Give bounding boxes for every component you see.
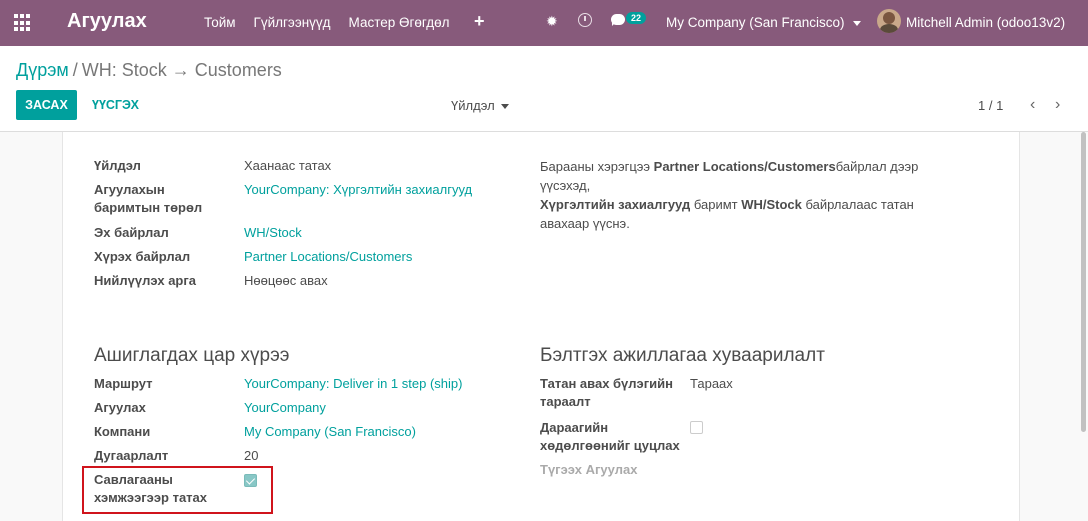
- menu-item-overview[interactable]: Тойм: [204, 15, 236, 30]
- dest-location-label: Хүрэх байрлал: [94, 249, 191, 264]
- company-label: Компани: [94, 424, 151, 439]
- create-button[interactable]: ҮҮСГЭХ: [92, 98, 139, 112]
- main-menu: Тойм Гүйлгээнүүд Мастер Өгөгдөл: [204, 15, 468, 30]
- supply-warehouse-label: Түгээх Агуулах: [540, 462, 638, 477]
- warehouse-link[interactable]: YourCompany: [244, 399, 326, 417]
- desc-text: Барааны хэрэгцээ: [540, 159, 654, 174]
- scope-section-title: Ашиглагдах цар хүрээ: [94, 345, 290, 366]
- route-label: Маршрут: [94, 376, 153, 391]
- procure-method-label: Нийлүүлэх арга: [94, 273, 197, 288]
- user-menu[interactable]: Mitchell Admin (odoo13v2): [906, 15, 1065, 30]
- apps-menu-icon[interactable]: [14, 14, 32, 32]
- action-field-value: Хаанаас татах: [244, 158, 332, 173]
- group-propagation-value: Тараах: [690, 376, 733, 391]
- plus-icon[interactable]: +: [474, 11, 485, 32]
- pager-value[interactable]: 1 / 1: [978, 98, 1003, 113]
- menu-item-master-data[interactable]: Мастер Өгөгдөл: [349, 15, 450, 30]
- chat-icon[interactable]: [611, 14, 625, 26]
- action-dropdown[interactable]: Үйлдэл: [451, 98, 509, 113]
- company-switcher[interactable]: My Company (San Francisco): [666, 15, 861, 30]
- chevron-right-icon[interactable]: ›: [1055, 96, 1060, 114]
- desc-bold: Partner Locations/Customers: [653, 159, 836, 174]
- bug-icon[interactable]: ✹: [546, 13, 558, 30]
- chevron-down-icon: [852, 20, 861, 26]
- picking-type-link[interactable]: YourCompany: Хүргэлтийн захиалгууд: [244, 181, 472, 199]
- message-count-badge: 22: [626, 12, 647, 24]
- sequence-value: 20: [244, 448, 259, 463]
- menu-item-operations[interactable]: Гүйлгээнүүд: [254, 15, 331, 30]
- user-name: Mitchell Admin (odoo13v2): [906, 15, 1066, 30]
- src-location-label: Эх байрлал: [94, 225, 169, 240]
- rule-description: Барааны хэрэгцээ Partner Locations/Custo…: [540, 157, 930, 233]
- control-panel: Дүрэм / WH: Stock → Customers ЗАСАХ ҮҮСГЭХ…: [0, 46, 1088, 132]
- desc-text: баримт: [690, 197, 742, 212]
- action-label: Үйлдэл: [451, 98, 495, 113]
- scheduling-section-title: Бэлтгэх ажиллагаа хуваарилалт: [540, 345, 825, 366]
- desc-bold: Хүргэлтийн захиалгууд: [540, 197, 691, 212]
- breadcrumb-separator: /: [72, 60, 78, 80]
- procure-method-value: Нөөцөөс авах: [244, 273, 328, 288]
- activity-clock-icon[interactable]: [578, 13, 592, 27]
- cancel-next-label: Дараагийн хөдөлгөөнийг цуцлах: [540, 420, 680, 453]
- edit-button[interactable]: ЗАСАХ: [16, 90, 77, 120]
- company-name: My Company (San Francisco): [666, 15, 845, 30]
- highlight-box: [82, 466, 273, 514]
- warehouse-label: Агуулах: [94, 400, 146, 415]
- avatar[interactable]: [877, 9, 901, 33]
- breadcrumb-root[interactable]: Дүрэм: [16, 60, 69, 80]
- sequence-label: Дугаарлалт: [94, 448, 169, 463]
- breadcrumb: Дүрэм / WH: Stock → Customers: [16, 60, 282, 81]
- company-link[interactable]: My Company (San Francisco): [244, 423, 416, 441]
- chevron-left-icon[interactable]: ‹: [1030, 96, 1035, 114]
- top-navbar: Агуулах Тойм Гүйлгээнүүд Мастер Өгөгдөл …: [0, 0, 1088, 46]
- breadcrumb-current: WH: Stock → Customers: [81, 60, 282, 80]
- picking-type-label: Агуулахын баримтын төрөл: [94, 182, 203, 215]
- group-propagation-label: Татан авах бүлэгийн тараалт: [540, 376, 673, 409]
- desc-bold: WH/Stock: [741, 197, 802, 212]
- action-field-label: Үйлдэл: [94, 158, 141, 173]
- src-location-link[interactable]: WH/Stock: [244, 224, 302, 242]
- app-brand[interactable]: Агуулах: [67, 10, 147, 33]
- route-link[interactable]: YourCompany: Deliver in 1 step (ship): [244, 375, 462, 393]
- dest-location-link[interactable]: Partner Locations/Customers: [244, 248, 412, 266]
- chevron-down-icon: [500, 104, 509, 110]
- cancel-next-checkbox[interactable]: [690, 421, 703, 434]
- scrollbar[interactable]: [1081, 132, 1086, 432]
